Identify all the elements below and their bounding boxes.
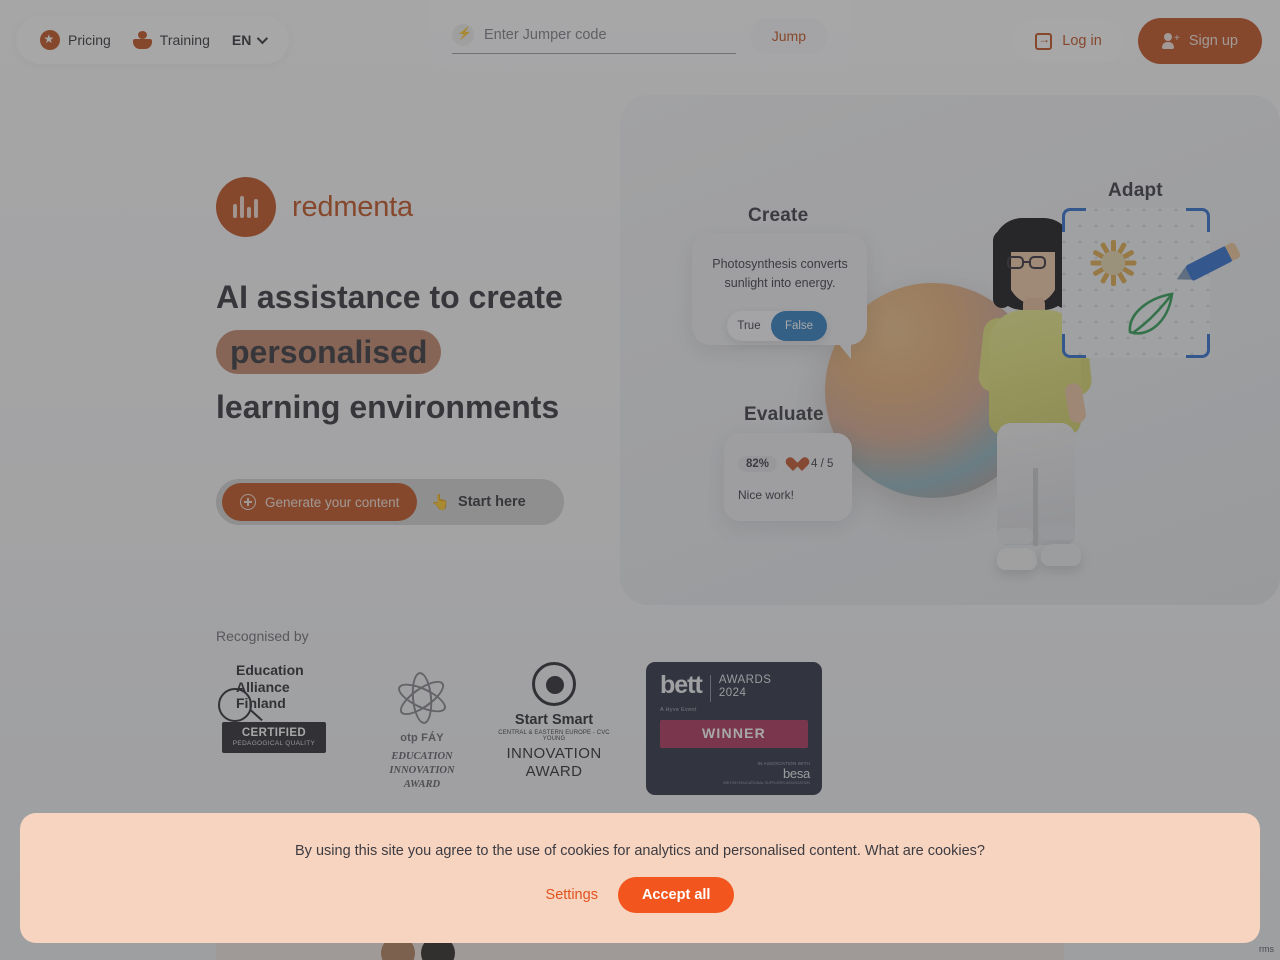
cookie-actions: Settings Accept all (546, 877, 735, 913)
recaptcha-badge[interactable]: rms (1259, 944, 1274, 954)
cookie-settings-button[interactable]: Settings (546, 887, 598, 903)
cookie-consent-text: By using this site you agree to the use … (295, 843, 985, 859)
cookie-consent-banner: By using this site you agree to the use … (20, 813, 1260, 943)
cookie-accept-all-button[interactable]: Accept all (617, 877, 735, 913)
page-root: Create Evaluate Adapt Photosynthesis con… (0, 0, 1280, 960)
